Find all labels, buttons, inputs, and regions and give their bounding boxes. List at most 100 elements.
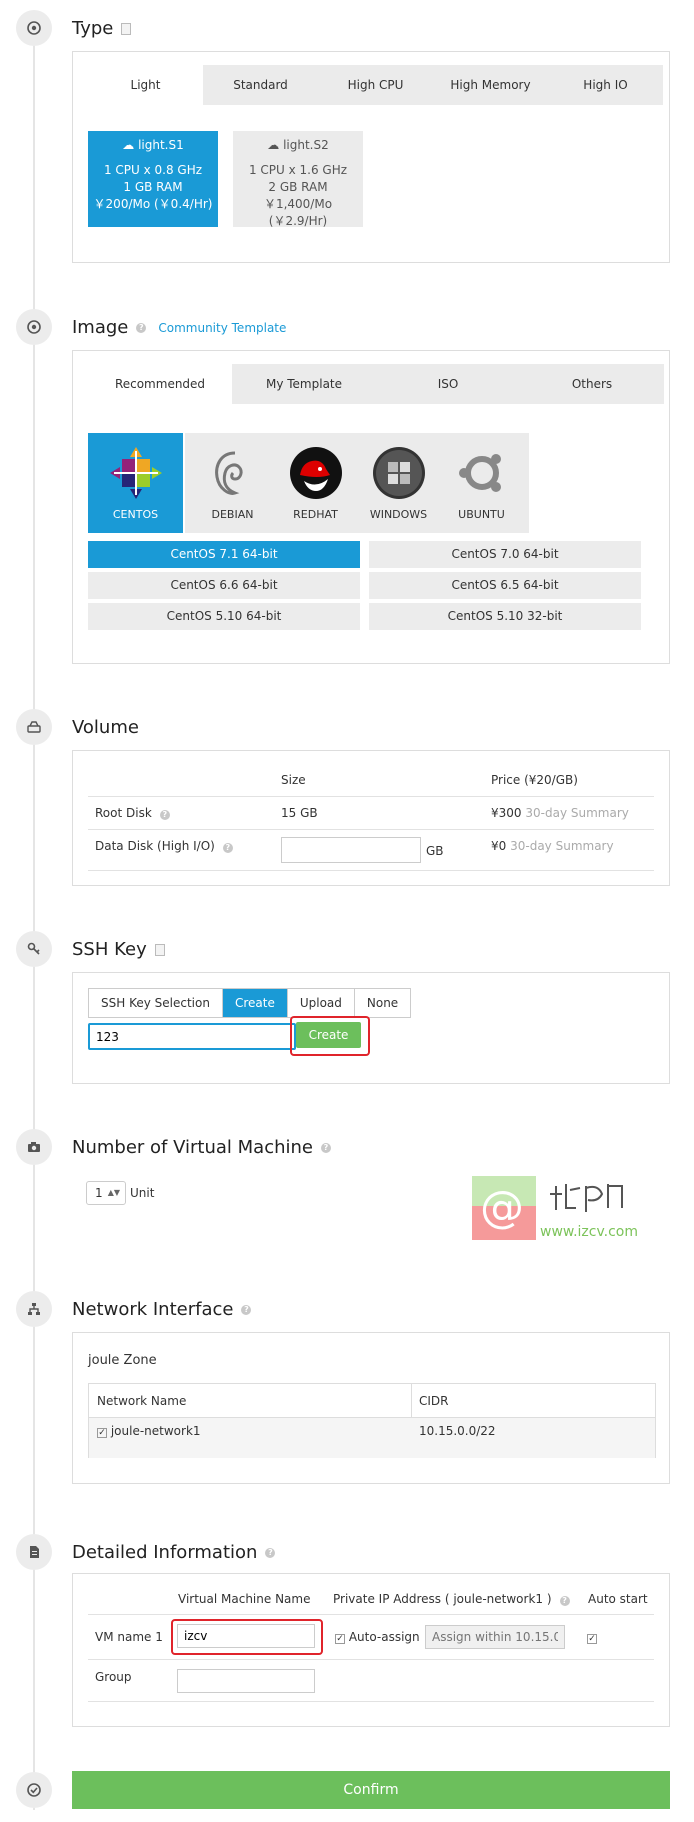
tab-light[interactable]: Light <box>88 65 203 105</box>
version-centos-6-6-64[interactable]: CentOS 6.6 64-bit <box>88 572 360 599</box>
auto-assign-checkbox[interactable]: ✓ Auto-assign <box>335 1630 420 1644</box>
version-centos-6-5-64[interactable]: CentOS 6.5 64-bit <box>369 572 641 599</box>
data-disk-price: ¥0 30-day Summary <box>491 839 614 853</box>
root-disk-price: ¥300 30-day Summary <box>491 806 629 820</box>
table-row[interactable]: ✓ joule-network1 10.15.0.0/22 <box>89 1417 655 1458</box>
zone-label: joule Zone <box>88 1353 157 1368</box>
file-icon <box>16 1534 52 1570</box>
help-icon[interactable]: ? <box>136 322 147 333</box>
private-ip-input[interactable] <box>425 1625 565 1649</box>
group-input[interactable] <box>177 1669 315 1693</box>
divider <box>88 870 654 871</box>
section-title-image: Image? Community Template <box>72 317 287 338</box>
col-network-name: Network Name <box>97 1394 187 1408</box>
help-icon[interactable]: ? <box>321 1142 331 1153</box>
tab-high-memory[interactable]: High Memory <box>433 65 548 105</box>
windows-logo-icon <box>372 447 425 499</box>
data-disk-size-input[interactable] <box>281 837 421 863</box>
watermark-url: www.izcv.com <box>540 1224 638 1240</box>
section-title-vm-count: Number of Virtual Machine? <box>72 1137 331 1158</box>
ubuntu-logo-icon <box>458 454 501 492</box>
confirm-button[interactable]: Confirm <box>72 1771 670 1809</box>
group-label: Group <box>95 1670 132 1684</box>
ssh-key-mode-group: SSH Key Selection Create Upload None <box>88 988 412 1018</box>
document-icon[interactable] <box>154 943 165 956</box>
checkbox-icon[interactable]: ✓ <box>97 1428 107 1438</box>
community-template-link[interactable]: Community Template <box>158 321 286 335</box>
col-price-header: Price (¥20/GB) <box>491 773 578 787</box>
cloud-icon: ☁ <box>122 138 135 152</box>
ssh-create-button[interactable]: Create <box>296 1022 361 1048</box>
watermark-logo: @ <box>472 1176 536 1240</box>
stepper-arrows-icon[interactable]: ▲▼ <box>108 1182 120 1204</box>
version-centos-7-1-64[interactable]: CentOS 7.1 64-bit <box>88 541 360 568</box>
help-icon[interactable]: ? <box>559 1596 570 1606</box>
section-title-volume: Volume <box>72 717 139 738</box>
version-centos-7-0-64[interactable]: CentOS 7.0 64-bit <box>369 541 641 568</box>
vm-count-unit: Unit <box>130 1186 155 1200</box>
target-icon <box>16 309 52 345</box>
volume-panel: Size Price (¥20/GB) Root Disk? 15 GB ¥30… <box>72 750 670 886</box>
vm-row-label: VM name 1 <box>95 1630 163 1644</box>
drive-icon <box>16 709 52 745</box>
divider <box>88 1701 654 1702</box>
tab-recommended[interactable]: Recommended <box>88 364 232 404</box>
tab-iso[interactable]: ISO <box>376 364 520 404</box>
ssh-key-name-input[interactable] <box>88 1023 296 1050</box>
tab-standard[interactable]: Standard <box>203 65 318 105</box>
document-icon[interactable] <box>121 22 132 35</box>
os-debian[interactable]: DEBIAN <box>185 433 280 533</box>
camera-icon <box>16 1129 52 1165</box>
section-title-ssh-key: SSH Key <box>72 939 165 960</box>
type-panel: Light Standard High CPU High Memory High… <box>72 51 670 263</box>
tab-high-cpu[interactable]: High CPU <box>318 65 433 105</box>
network-table: Network Name CIDR ✓ joule-network1 10.15… <box>88 1383 656 1458</box>
autostart-checkbox[interactable]: ✓ <box>587 1634 597 1644</box>
ssh-create-tab-button[interactable]: Create <box>222 989 288 1017</box>
ssh-key-selection-button[interactable]: SSH Key Selection <box>89 989 223 1017</box>
details-panel: Virtual Machine Name Private IP Address … <box>72 1573 670 1727</box>
check-circle-icon <box>16 1772 52 1808</box>
version-centos-5-10-64[interactable]: CentOS 5.10 64-bit <box>88 603 360 630</box>
data-disk-label: Data Disk (High I/O)? <box>95 839 233 853</box>
tab-high-io[interactable]: High IO <box>548 65 663 105</box>
divider <box>88 796 654 797</box>
os-ubuntu[interactable]: UBUNTU <box>434 433 529 533</box>
section-title-network: Network Interface? <box>72 1299 252 1320</box>
image-panel: Recommended My Template ISO Others CENTO… <box>72 350 670 664</box>
target-icon <box>16 10 52 46</box>
redhat-logo-icon <box>289 447 342 499</box>
image-tabs: Recommended My Template ISO Others <box>88 364 664 404</box>
help-icon[interactable]: ? <box>241 1304 252 1315</box>
cloud-icon: ☁ <box>267 138 280 152</box>
os-redhat[interactable]: REDHAT <box>268 433 363 533</box>
col-size-header: Size <box>281 773 306 787</box>
divider <box>88 829 654 830</box>
os-centos[interactable]: CENTOS <box>88 433 183 533</box>
instance-light-s2[interactable]: ☁ light.S2 1 CPU x 1.6 GHz 2 GB RAM ￥1,4… <box>233 131 363 228</box>
section-title-type: Type <box>72 18 132 39</box>
centos-logo-icon <box>109 447 162 499</box>
ssh-none-button[interactable]: None <box>354 989 411 1017</box>
help-icon[interactable]: ? <box>159 810 170 820</box>
tab-others[interactable]: Others <box>520 364 664 404</box>
section-title-details: Detailed Information? <box>72 1542 276 1563</box>
checkbox-icon[interactable]: ✓ <box>335 1634 345 1644</box>
tab-my-template[interactable]: My Template <box>232 364 376 404</box>
version-centos-5-10-32[interactable]: CentOS 5.10 32-bit <box>369 603 641 630</box>
col-autostart: Auto start <box>588 1592 648 1606</box>
help-icon[interactable]: ? <box>265 1547 276 1558</box>
ssh-upload-button[interactable]: Upload <box>287 989 355 1017</box>
type-tabs: Light Standard High CPU High Memory High… <box>88 65 663 105</box>
help-icon[interactable]: ? <box>222 843 233 853</box>
watermark-glyphs <box>548 1178 648 1220</box>
col-vm-name: Virtual Machine Name <box>178 1592 311 1606</box>
debian-logo-icon <box>214 451 243 495</box>
vm-name-input[interactable] <box>177 1624 315 1648</box>
at-sign-icon: @ <box>480 1182 524 1233</box>
col-cidr: CIDR <box>419 1394 449 1408</box>
os-windows[interactable]: WINDOWS <box>351 433 446 533</box>
col-private-ip: Private IP Address ( joule-network1 )? <box>333 1592 570 1606</box>
instance-light-s1[interactable]: ☁ light.S1 1 CPU x 0.8 GHz 1 GB RAM ￥200… <box>88 131 218 227</box>
vm-count-stepper[interactable]: 1 ▲▼ <box>86 1181 126 1205</box>
